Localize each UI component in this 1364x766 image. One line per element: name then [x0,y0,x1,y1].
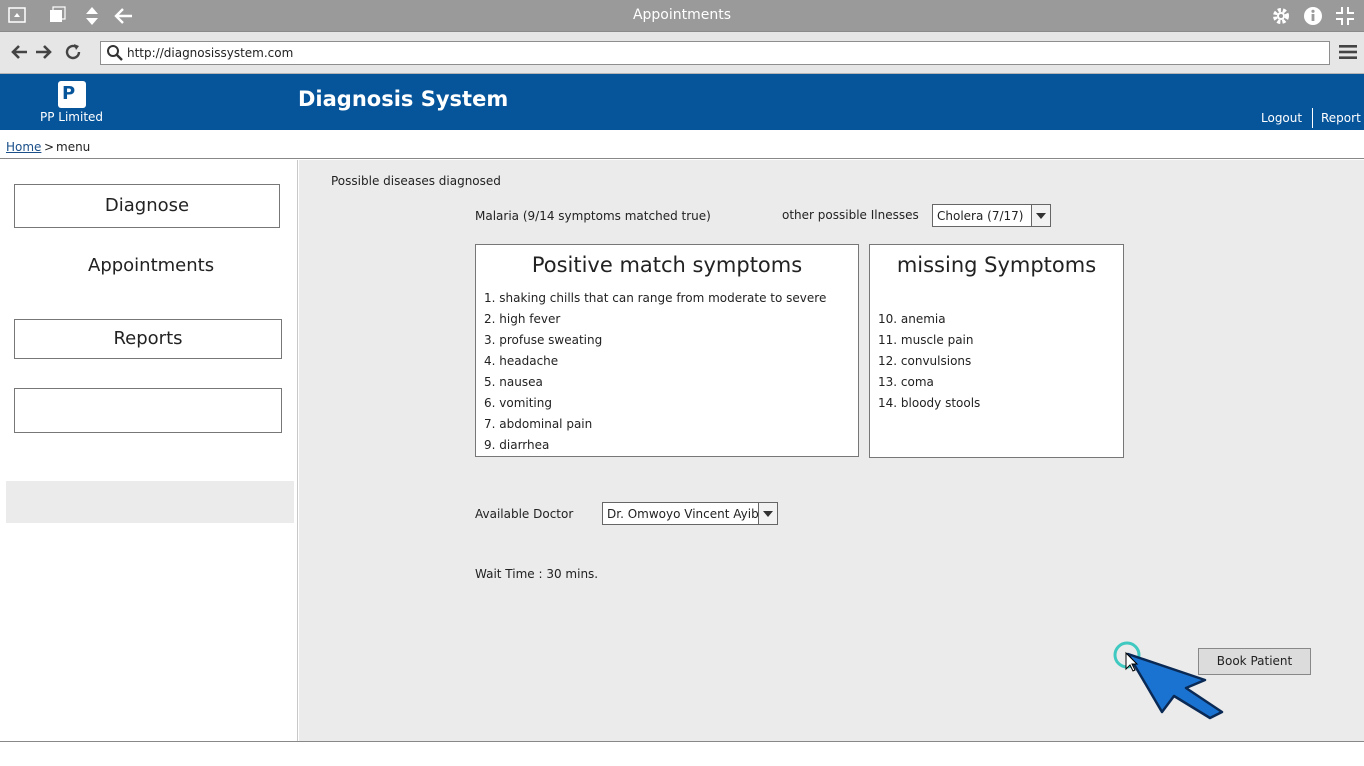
logo-mark: P [62,83,76,104]
status-bar [0,741,1364,766]
missing-symptoms-title: missing Symptoms [896,253,1097,277]
chevron-down-icon[interactable] [1031,205,1050,226]
collapse-icon[interactable] [1335,6,1355,31]
list-item: 6. vomiting [484,396,552,410]
missing-symptoms-panel: missing Symptoms 10. anemia 11. muscle p… [869,244,1124,458]
book-patient-button[interactable]: Book Patient [1198,648,1311,675]
company-name: PP Limited [40,110,104,124]
primary-diagnosis: Malaria (9/14 symptoms matched true) [475,209,711,223]
breadcrumb-current: menu [56,140,91,154]
positive-symptoms-title: Positive match symptoms [531,253,803,277]
missing-symptoms-list: 10. anemia 11. muscle pain 12. convulsio… [878,309,980,414]
list-item: 4. headache [484,354,559,368]
info-icon[interactable] [1303,6,1323,31]
chevron-down-icon[interactable] [758,503,777,524]
list-item: 13. coma [878,375,934,389]
section-heading: Possible diseases diagnosed [331,174,501,188]
sidebar-item-appointments[interactable]: Appointments [88,255,214,276]
report-link[interactable]: Report [1321,111,1361,125]
company-logo-icon: P [58,81,86,108]
available-doctor-value: Dr. Omwoyo Vincent Ayib [607,507,759,521]
available-doctor-select[interactable]: Dr. Omwoyo Vincent Ayib [602,502,778,525]
window-titlebar: Appointments [0,0,1364,32]
available-doctor-label: Available Doctor [475,507,574,521]
wait-time: Wait Time : 30 mins. [475,567,599,581]
list-item: 10. anemia [878,312,946,326]
window-title: Appointments [632,7,732,23]
positive-symptoms-list: 1. shaking chills that can range from mo… [484,288,826,456]
positive-symptoms-panel: Positive match symptoms 1. shaking chill… [475,244,859,457]
url-text: http://diagnosissystem.com [127,46,294,60]
list-item: 9. diarrhea [484,438,550,452]
list-item: 5. nausea [484,375,543,389]
gear-icon[interactable] [1271,6,1291,31]
browser-back-icon[interactable] [9,42,29,67]
sidebar-item-reports[interactable]: Reports [14,319,282,359]
list-item: 2. high fever [484,312,561,326]
breadcrumb-separator: > [44,140,55,154]
url-input[interactable]: http://diagnosissystem.com [100,41,1330,65]
breadcrumb-home-link[interactable]: Home [6,140,41,154]
browser-address-bar: http://diagnosissystem.com [0,32,1364,74]
search-icon [106,44,124,66]
main-content: Possible diseases diagnosed Malaria (9/1… [299,160,1364,741]
list-item: 11. muscle pain [878,333,974,347]
hamburger-menu-icon[interactable] [1338,42,1358,67]
breadcrumb: Home > menu [0,130,1364,159]
reload-icon[interactable] [63,42,83,67]
app-header: P PP Limited Diagnosis System Logout Rep… [0,74,1364,130]
list-item: 7. abdominal pain [484,417,593,431]
list-item: 3. profuse sweating [484,333,603,347]
sidebar-item-empty[interactable] [14,388,282,433]
logout-link[interactable]: Logout [1261,111,1302,125]
list-item: 12. convulsions [878,354,972,368]
sidebar-placeholder-block [6,481,294,523]
list-item: 1. shaking chills that can range from mo… [484,291,827,305]
header-link-divider [1312,108,1313,128]
sidebar-item-diagnose[interactable]: Diagnose [14,184,280,228]
app-title: Diagnosis System [298,87,509,111]
browser-forward-icon[interactable] [34,42,54,67]
sidebar: Diagnose Appointments Reports [0,160,298,741]
other-illnesses-label: other possible Ilnesses [782,208,919,222]
list-item: 14. bloody stools [878,396,981,410]
other-illnesses-select[interactable]: Cholera (7/17) [932,204,1051,227]
other-illnesses-value: Cholera (7/17) [937,209,1024,223]
